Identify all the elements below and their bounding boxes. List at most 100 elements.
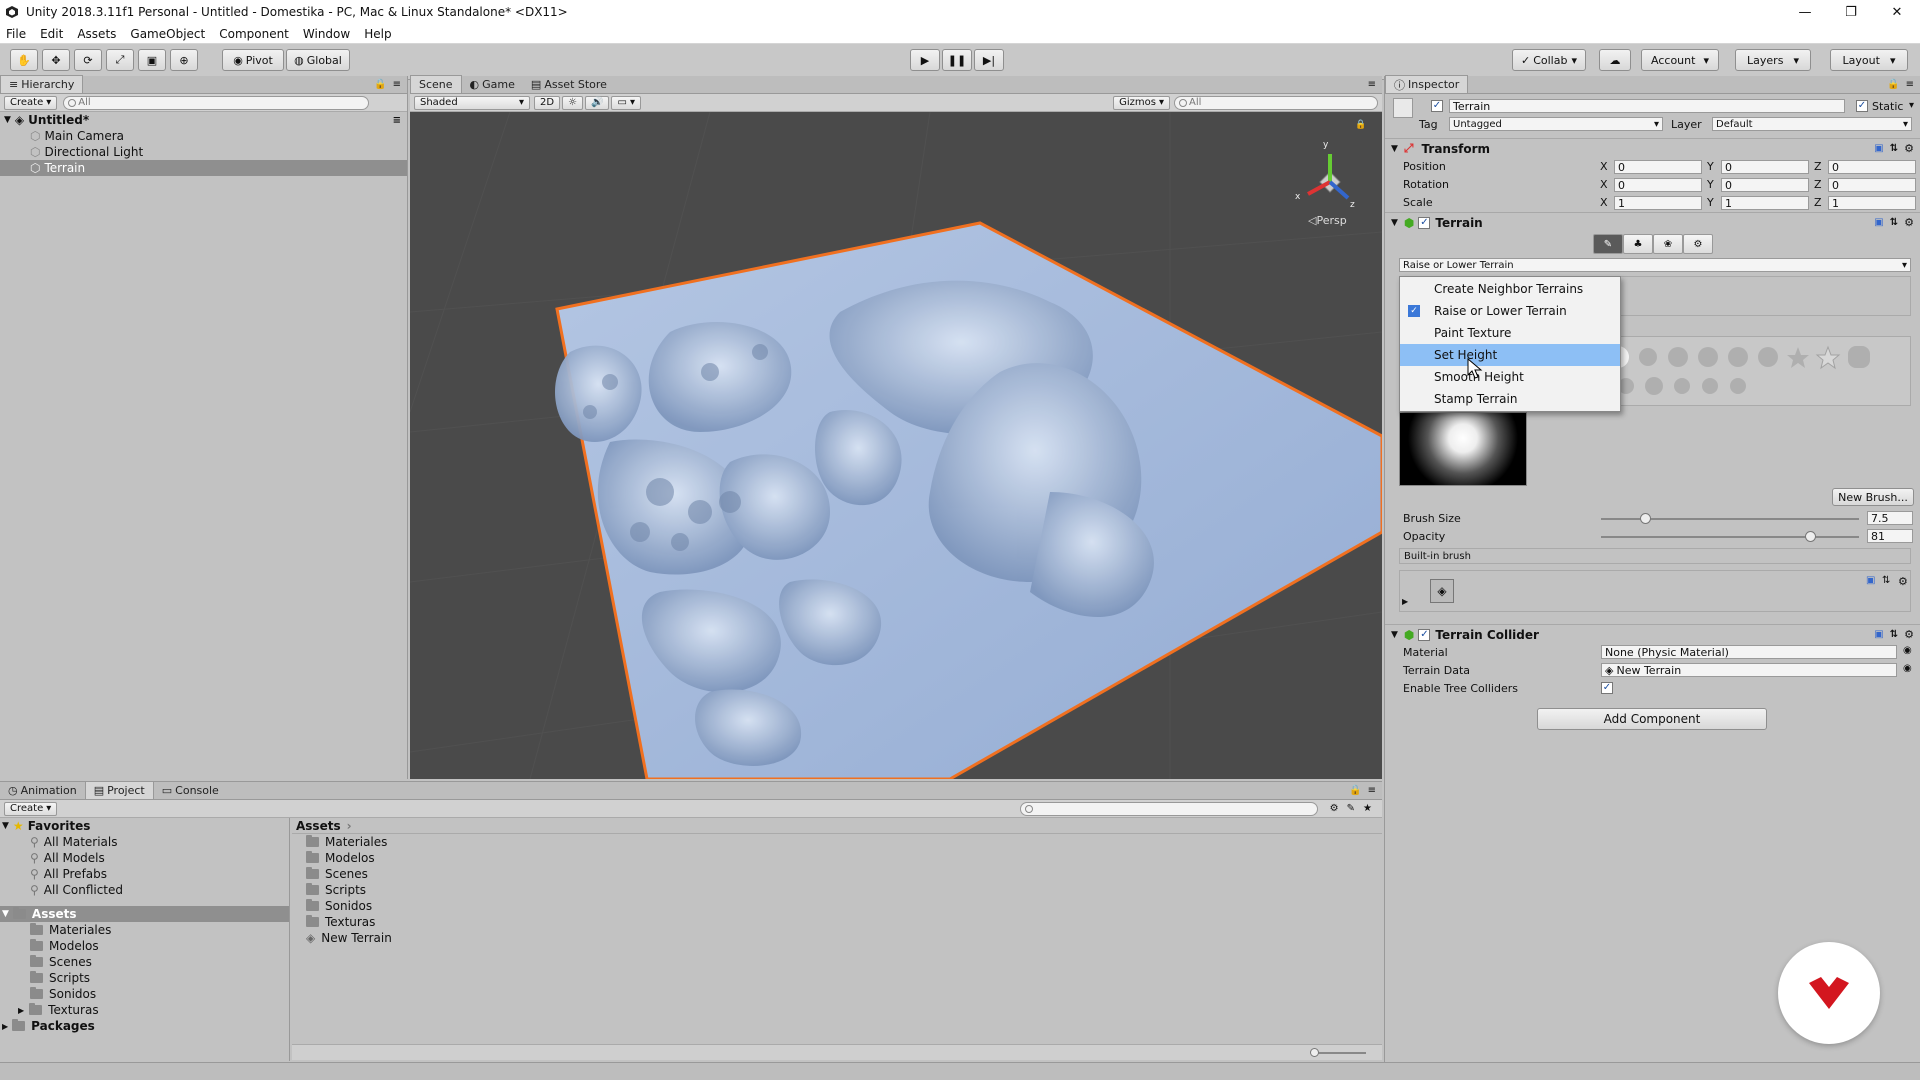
panel-menu-icon[interactable]: ≡ [393,79,401,90]
preset-icon[interactable]: ⇅ [1890,217,1898,228]
hierarchy-search-input[interactable]: All [63,95,370,110]
favorite-item[interactable]: ⚲ All Conflicted [0,882,289,898]
opacity-slider-handle[interactable] [1804,531,1816,542]
hierarchy-create-button[interactable]: Create ▾ [4,95,58,110]
asset-list-item[interactable]: Texturas [292,914,1382,930]
menu-file[interactable]: File [6,27,26,41]
transform-tool-button[interactable]: ⊕ [170,49,198,71]
settings-gear-icon[interactable]: ⚙ [1904,142,1914,155]
static-dropdown-icon[interactable]: ▾ [1909,100,1914,111]
step-button[interactable]: ▶| [974,49,1004,71]
brush-size-slider-handle[interactable] [1639,513,1651,524]
terrain-tool-dropdown[interactable]: Raise or Lower Terrain ▾ [1399,258,1911,272]
asset-list-item[interactable]: Scripts [292,882,1382,898]
settings-gear-icon[interactable]: ⚙ [1904,216,1914,229]
favorites-row[interactable]: ▼ ★ Favorites [0,818,289,834]
position-y-field[interactable]: 0 [1721,160,1809,174]
tab-console[interactable]: ▭ Console [154,781,227,799]
scale-x-field[interactable]: 1 [1614,196,1702,210]
scale-tool-button[interactable]: ⤢ [106,49,134,71]
lock-icon[interactable]: 🔒 [374,79,386,90]
mode-2d-button[interactable]: 2D [534,95,561,110]
menu-help[interactable]: Help [364,27,391,41]
menu-component[interactable]: Component [219,27,289,41]
rotate-tool-button[interactable]: ⟳ [74,49,102,71]
object-name-field[interactable]: Terrain [1449,99,1845,113]
hierarchy-item-main-camera[interactable]: ⬡ Main Camera [0,128,407,144]
project-create-button[interactable]: Create ▾ [4,801,58,816]
active-checkbox[interactable]: ✓ [1431,100,1443,112]
rotation-z-field[interactable]: 0 [1828,178,1916,192]
help-icon[interactable]: ▣ [1874,629,1883,640]
global-button[interactable]: ◍ Global [286,49,350,71]
expand-arrow-icon[interactable]: ▶ [1402,597,1408,606]
collab-button[interactable]: ✓ Collab ▾ [1512,49,1586,71]
asset-list-item[interactable]: Materiales [292,834,1382,850]
icon-size-slider[interactable] [1310,1048,1366,1057]
layout-button[interactable]: Layout ▾ [1830,49,1908,71]
scene-root-row[interactable]: ▼ ◈ Untitled* ≡ [0,112,407,128]
position-x-field[interactable]: 0 [1614,160,1702,174]
layers-button[interactable]: Layers ▾ [1735,49,1811,71]
object-picker-icon[interactable]: ◉ [1903,645,1912,656]
hierarchy-item-terrain[interactable]: ⬡ Terrain [0,160,407,176]
paint-details-tool[interactable]: ❀ [1653,234,1683,254]
menu-item-paint-texture[interactable]: Paint Texture [1400,322,1620,344]
opacity-slider[interactable] [1601,531,1859,542]
pause-button[interactable]: ❚❚ [942,49,972,71]
asset-folder-item[interactable]: Scenes [0,954,289,970]
filter-label-icon[interactable]: ✎ [1347,803,1355,814]
tab-game[interactable]: ◐ Game [462,75,523,93]
panel-menu-icon[interactable]: ≡ [1906,79,1914,90]
static-checkbox[interactable]: ✓ [1856,100,1868,112]
preset-icon[interactable]: ⇅ [1882,575,1890,586]
new-brush-button[interactable]: New Brush... [1832,488,1914,506]
persp-label[interactable]: ◁Persp [1308,214,1347,227]
scene-search-input[interactable]: All [1174,95,1378,110]
unity-asset-icon[interactable]: ◈ [1430,579,1454,603]
rotation-x-field[interactable]: 0 [1614,178,1702,192]
terrain-collider-header[interactable]: ▼ ⬢ ✓ Terrain Collider ▣ ⇅ ⚙ [1385,624,1920,644]
maximize-button[interactable]: ❐ [1828,0,1874,24]
tab-asset-store[interactable]: ▤ Asset Store [523,75,615,93]
menu-item-stamp-terrain[interactable]: Stamp Terrain [1400,388,1620,410]
hierarchy-item-directional-light[interactable]: ⬡ Directional Light [0,144,407,160]
layer-dropdown[interactable]: Default ▾ [1712,117,1912,131]
close-button[interactable]: ✕ [1874,0,1920,24]
menu-edit[interactable]: Edit [40,27,63,41]
gizmo-lock-icon[interactable]: 🔒 [1355,120,1366,130]
scale-y-field[interactable]: 1 [1721,196,1809,210]
scene-menu-icon[interactable]: ≡ [393,115,401,126]
add-component-button[interactable]: Add Component [1537,708,1767,730]
play-button[interactable]: ▶ [910,49,940,71]
assets-root-row[interactable]: ▼ Assets [0,906,289,922]
terrain-header[interactable]: ▼ ⬢ ✓ Terrain ▣ ⇅ ⚙ [1385,212,1920,232]
panel-menu-icon[interactable]: ≡ [1368,79,1376,90]
tab-inspector[interactable]: ⓘ Inspector [1385,75,1469,93]
menu-item-set-height[interactable]: Set Height [1400,344,1620,366]
menu-item-raise-lower[interactable]: ✓ Raise or Lower Terrain [1400,300,1620,322]
hand-tool-button[interactable]: ✋ [10,49,38,71]
audio-toggle[interactable]: 🔊 [585,95,610,110]
packages-row[interactable]: ▶ Packages [0,1018,289,1034]
tag-dropdown[interactable]: Untagged ▾ [1449,117,1663,131]
tab-animation[interactable]: ◷ Animation [0,781,85,799]
tree-colliders-checkbox[interactable]: ✓ [1601,682,1613,694]
favorite-item[interactable]: ⚲ All Materials [0,834,289,850]
settings-gear-icon[interactable]: ⚙ [1898,575,1908,588]
effects-dropdown[interactable]: ▭ ▾ [611,95,641,110]
menu-item-smooth-height[interactable]: Smooth Height [1400,366,1620,388]
favorite-item[interactable]: ⚲ All Models [0,850,289,866]
paint-trees-tool[interactable]: ♣ [1623,234,1653,254]
rect-tool-button[interactable]: ▣ [138,49,166,71]
shading-dropdown[interactable]: Shaded ▾ [414,95,530,110]
preset-icon[interactable]: ⇅ [1890,629,1898,640]
cloud-button[interactable]: ☁ [1599,49,1631,71]
gizmos-dropdown[interactable]: Gizmos ▾ [1113,95,1170,110]
position-z-field[interactable]: 0 [1828,160,1916,174]
asset-list-item[interactable]: Sonidos [292,898,1382,914]
help-icon[interactable]: ▣ [1874,143,1883,154]
lock-icon[interactable]: 🔒 [1887,79,1899,90]
icon-size-slider-handle[interactable] [1310,1048,1319,1057]
project-search-input[interactable] [1019,801,1318,816]
